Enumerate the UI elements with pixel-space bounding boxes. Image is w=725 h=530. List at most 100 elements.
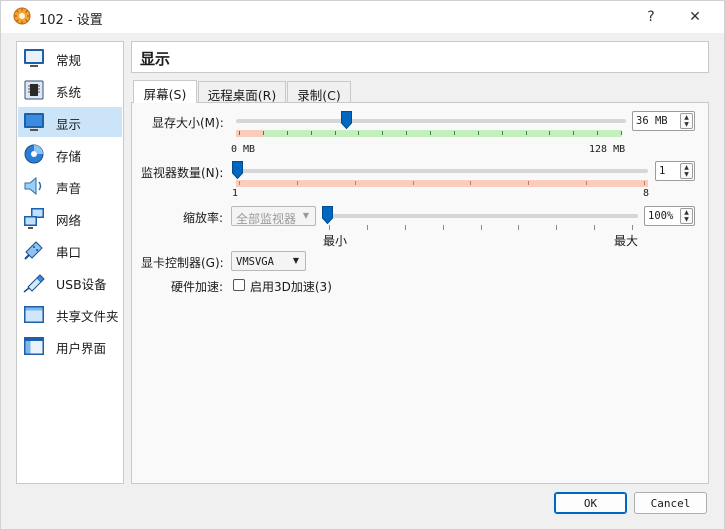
video-memory-min-label: 0 MB [231,144,256,155]
video-memory-increment-icon[interactable]: ▲ [681,114,692,121]
help-button[interactable]: ? [637,5,665,29]
slider-tick [470,181,472,185]
scale-factor-slider-thumb[interactable] [322,206,333,225]
video-memory-zone-ok [264,130,622,137]
video-memory-max-label: 128 MB [589,144,626,155]
graphics-controller-label: 显卡控制器(G): [141,256,224,270]
sidebar-item-network[interactable]: 网络 [18,203,122,233]
graphics-controller-value: VMSVGA [236,256,274,268]
slider-tick [586,181,588,185]
sidebar-item-usb[interactable]: USB设备 [18,267,122,297]
video-memory-decrement-icon[interactable]: ▼ [681,121,692,128]
sidebar-item-system[interactable]: 系统 [18,75,122,105]
slider-tick [334,131,336,135]
slider-tick [594,225,596,230]
video-memory-spin-arrows: ▲ ▼ [680,113,693,129]
sidebar-item-label: 常规 [56,53,82,68]
screen-tab-panel: 显存大小(M): 0 MB 128 MB 36 MB ▲ ▼ 监视器数量(N):… [131,102,709,484]
tab-screen[interactable]: 屏幕(S) [133,80,197,103]
sidebar-item-label: 系统 [56,85,82,100]
slider-tick [382,131,384,135]
monitor-count-min-label: 1 [232,188,239,199]
enable-3d-acceleration-label[interactable]: 启用3D加速(3) [250,278,332,295]
sidebar-item-label: 网络 [56,213,82,228]
speaker-icon [22,174,46,198]
scale-monitor-select[interactable]: 全部监视器 ▼ [231,206,316,226]
monitor-count-value: 1 [659,165,666,177]
slider-tick [354,181,356,185]
monitor-count-increment-icon[interactable]: ▲ [681,164,692,171]
sidebar-item-serial-ports[interactable]: 串口 [18,235,122,265]
shared-folder-icon [22,302,46,326]
tab-remote-display[interactable]: 远程桌面(R) [198,81,286,103]
sidebar-item-general[interactable]: 常规 [18,43,122,73]
sidebar-item-shared-folders[interactable]: 共享文件夹 [18,299,122,329]
sidebar-item-label: 共享文件夹 [56,309,119,324]
slider-tick [406,131,408,135]
video-memory-slider-track[interactable] [236,119,626,123]
monitor-count-label: 监视器数量(N): [141,166,224,180]
virtualbox-app-icon [13,7,31,25]
sidebar-item-label: 显示 [56,117,82,132]
network-icon [22,206,46,230]
usb-icon [22,270,46,294]
slider-tick [477,131,479,135]
slider-tick [644,181,645,185]
scale-factor-label: 缩放率: [183,211,224,225]
scale-factor-slider-track[interactable] [324,214,638,218]
monitor-count-spinbox[interactable]: 1 ▲ ▼ [655,161,695,181]
sidebar-item-audio[interactable]: 声音 [18,171,122,201]
ok-button[interactable]: OK [554,492,627,514]
title-bar: 102 - 设置 ? ✕ [1,1,724,33]
sidebar-item-label: USB设备 [56,277,107,292]
chevron-down-icon: ▼ [292,256,299,265]
sidebar-item-display[interactable]: 显示 [18,107,122,137]
settings-window: 102 - 设置 ? ✕ 常规 系统 显示 存储 声音 网络 串口 USB设备 … [0,0,725,530]
slider-tick [556,225,558,230]
slider-tick [528,181,530,185]
tab-recording[interactable]: 录制(C) [287,81,351,103]
enable-3d-acceleration-checkbox[interactable] [233,279,245,291]
chevron-down-icon: ▼ [302,211,309,220]
cancel-button[interactable]: Cancel [634,492,707,514]
scale-factor-decrement-icon[interactable]: ▼ [681,216,692,223]
scale-monitor-select-value: 全部监视器 [236,212,297,226]
scale-factor-value: 100% [648,210,674,222]
sidebar-item-user-interface[interactable]: 用户界面 [18,331,122,361]
slider-tick [525,131,527,135]
slider-tick [286,131,288,135]
scale-factor-spin-arrows: ▲ ▼ [680,208,693,224]
page-title: 显示 [140,50,171,68]
storage-disk-icon [22,142,46,166]
slider-tick [549,131,551,135]
scale-factor-increment-icon[interactable]: ▲ [681,209,692,216]
serial-port-icon [22,238,46,262]
slider-tick [358,131,360,135]
video-memory-spinbox[interactable]: 36 MB ▲ ▼ [632,111,695,131]
sidebar-item-label: 声音 [56,181,82,196]
system-chip-icon [22,78,46,102]
video-memory-label: 显存大小(M): [152,116,224,130]
slider-tick [404,225,406,230]
display-tabs: 屏幕(S) 远程桌面(R) 录制(C) [131,80,709,103]
monitor-count-spin-arrows: ▲ ▼ [680,163,693,179]
close-button[interactable]: ✕ [681,5,709,29]
video-memory-zone-low [236,130,264,137]
sidebar-item-storage[interactable]: 存储 [18,139,122,169]
monitor-count-slider-thumb[interactable] [232,161,243,180]
general-icon [22,46,46,70]
scale-factor-spinbox[interactable]: 100% ▲ ▼ [644,206,695,226]
slider-tick [262,131,264,135]
sidebar-item-label: 存储 [56,149,82,164]
graphics-controller-select[interactable]: VMSVGA ▼ [231,251,306,271]
settings-sidebar: 常规 系统 显示 存储 声音 网络 串口 USB设备 共享文件夹 用户界面 [16,41,124,484]
sidebar-item-label: 串口 [56,245,82,260]
page-title-box: 显示 [131,41,709,73]
window-title: 102 - 设置 [39,13,103,28]
monitor-count-slider-track[interactable] [236,169,648,173]
video-memory-slider-thumb[interactable] [341,111,353,130]
slider-tick [430,131,431,135]
acceleration-label: 硬件加速: [171,280,224,294]
monitor-count-decrement-icon[interactable]: ▼ [681,171,692,178]
sidebar-item-label: 用户界面 [56,341,107,356]
